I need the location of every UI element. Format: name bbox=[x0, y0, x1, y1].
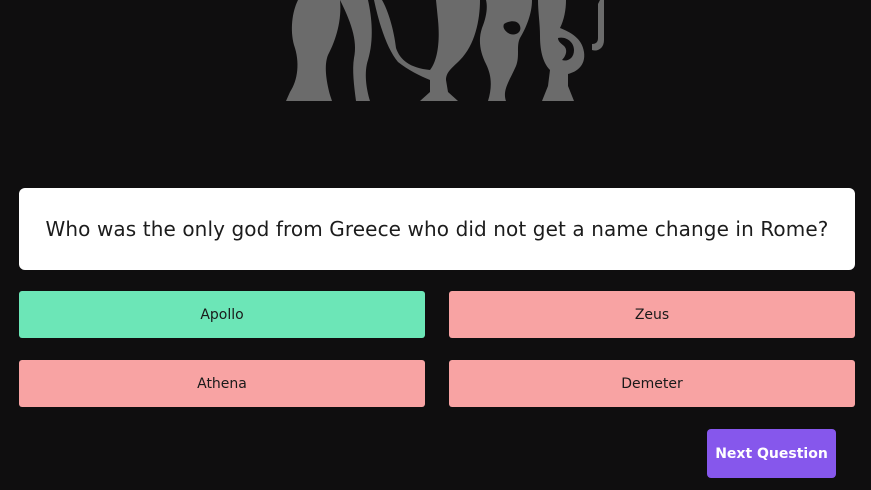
answer-option-apollo[interactable]: Apollo bbox=[19, 291, 425, 338]
answer-option-demeter[interactable]: Demeter bbox=[449, 360, 855, 407]
quiz-page: Who was the only god from Greece who did… bbox=[0, 0, 871, 490]
next-question-button[interactable]: Next Question bbox=[707, 429, 836, 478]
question-card: Who was the only god from Greece who did… bbox=[19, 188, 855, 270]
answer-option-athena[interactable]: Athena bbox=[19, 360, 425, 407]
question-text: Who was the only god from Greece who did… bbox=[45, 217, 829, 241]
answer-option-zeus[interactable]: Zeus bbox=[449, 291, 855, 338]
hero-image bbox=[270, 0, 610, 110]
greek-amphorae-silhouette-icon bbox=[286, 0, 604, 101]
